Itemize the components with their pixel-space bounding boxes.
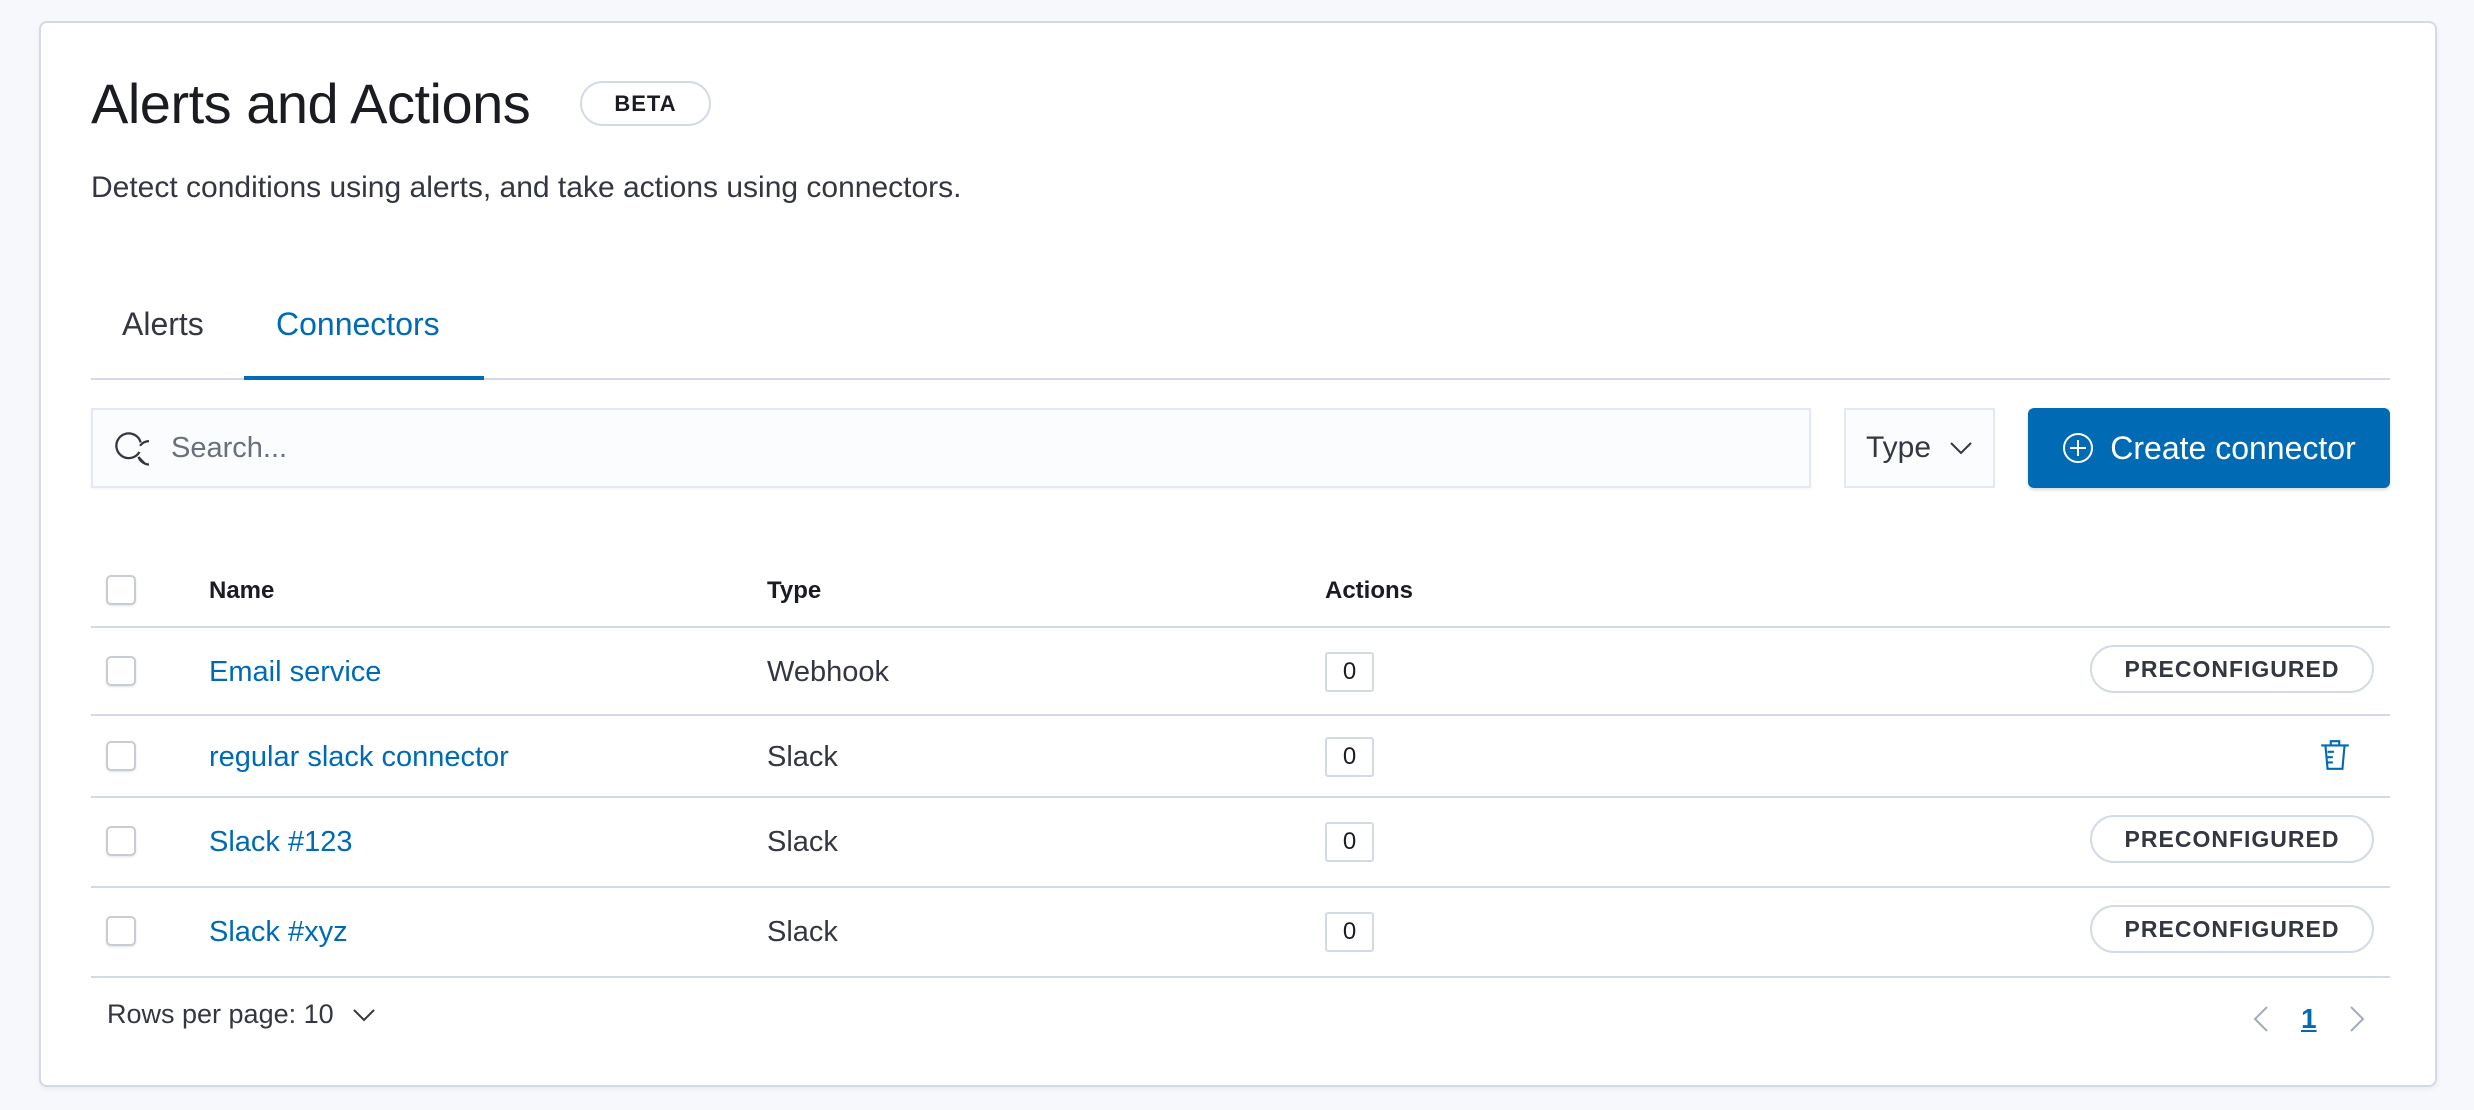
preconfigured-badge: PRECONFIGURED [2090,815,2374,863]
preconfigured-badge: PRECONFIGURED [2090,905,2374,953]
previous-page-icon[interactable] [2251,1005,2271,1033]
column-header-actions: Actions [1325,577,1414,604]
create-connector-label: Create connector [2110,429,2356,466]
tab-bar: Alerts Connectors [91,288,2390,380]
search-icon [115,432,149,466]
connector-type: Webhook [767,656,889,688]
active-tab-indicator [244,376,484,380]
row-checkbox[interactable] [106,826,136,856]
connector-type: Slack [767,741,838,773]
rows-per-page-label: Rows per page: 10 [107,999,334,1029]
table-row: regular slack connector Slack 0 [91,716,2390,798]
actions-count: 0 [1325,652,1374,692]
table-header-row: Name Type Actions [91,543,2390,628]
connector-name-link[interactable]: Slack #123 [209,828,353,857]
actions-count: 0 [1325,822,1374,862]
rows-per-page-button[interactable]: Rows per page: 10 [107,1001,376,1028]
tab-connectors[interactable]: Connectors [276,308,440,340]
actions-count: 0 [1325,737,1374,777]
table-row: Email service Webhook 0 PRECONFIGURED [91,628,2390,716]
column-header-name[interactable]: Name [209,579,274,603]
chevron-down-icon [352,1008,375,1021]
connectors-table: Name Type Actions Email service Webhook … [91,543,2390,978]
actions-count: 0 [1325,912,1374,952]
plus-in-circle-icon [2063,433,2094,463]
page-number-link[interactable]: 1 [2301,1005,2317,1033]
beta-badge: BETA [580,81,711,126]
preconfigured-badge: PRECONFIGURED [2090,645,2374,693]
page-title: Alerts and Actions [91,72,531,135]
type-filter-button[interactable]: Type [1844,408,1995,488]
connector-name-link[interactable]: Slack #xyz [209,918,348,947]
connector-type: Slack [767,916,838,948]
tab-alerts[interactable]: Alerts [122,308,204,340]
connector-type: Slack [767,826,838,858]
pagination: 1 [2251,1005,2367,1033]
row-checkbox[interactable] [106,741,136,771]
search-field[interactable] [91,408,1811,488]
next-page-icon[interactable] [2347,1005,2367,1033]
connector-name-link[interactable]: regular slack connector [209,743,509,772]
table-row: Slack #123 Slack 0 PRECONFIGURED [91,798,2390,888]
delete-trash-icon[interactable] [2318,738,2352,772]
row-checkbox[interactable] [106,916,136,946]
chevron-down-icon [1950,442,1972,455]
connector-name-link[interactable]: Email service [209,658,381,687]
page-description: Detect conditions using alerts, and take… [91,171,962,204]
select-all-checkbox[interactable] [106,575,136,605]
type-filter-label: Type [1865,431,1932,464]
search-input[interactable] [169,430,1809,466]
row-checkbox[interactable] [106,656,136,686]
column-header-type[interactable]: Type [767,579,821,603]
create-connector-button[interactable]: Create connector [2028,408,2390,488]
connectors-page-panel: Alerts and Actions BETA Detect condition… [39,21,2437,1087]
table-row: Slack #xyz Slack 0 PRECONFIGURED [91,888,2390,978]
